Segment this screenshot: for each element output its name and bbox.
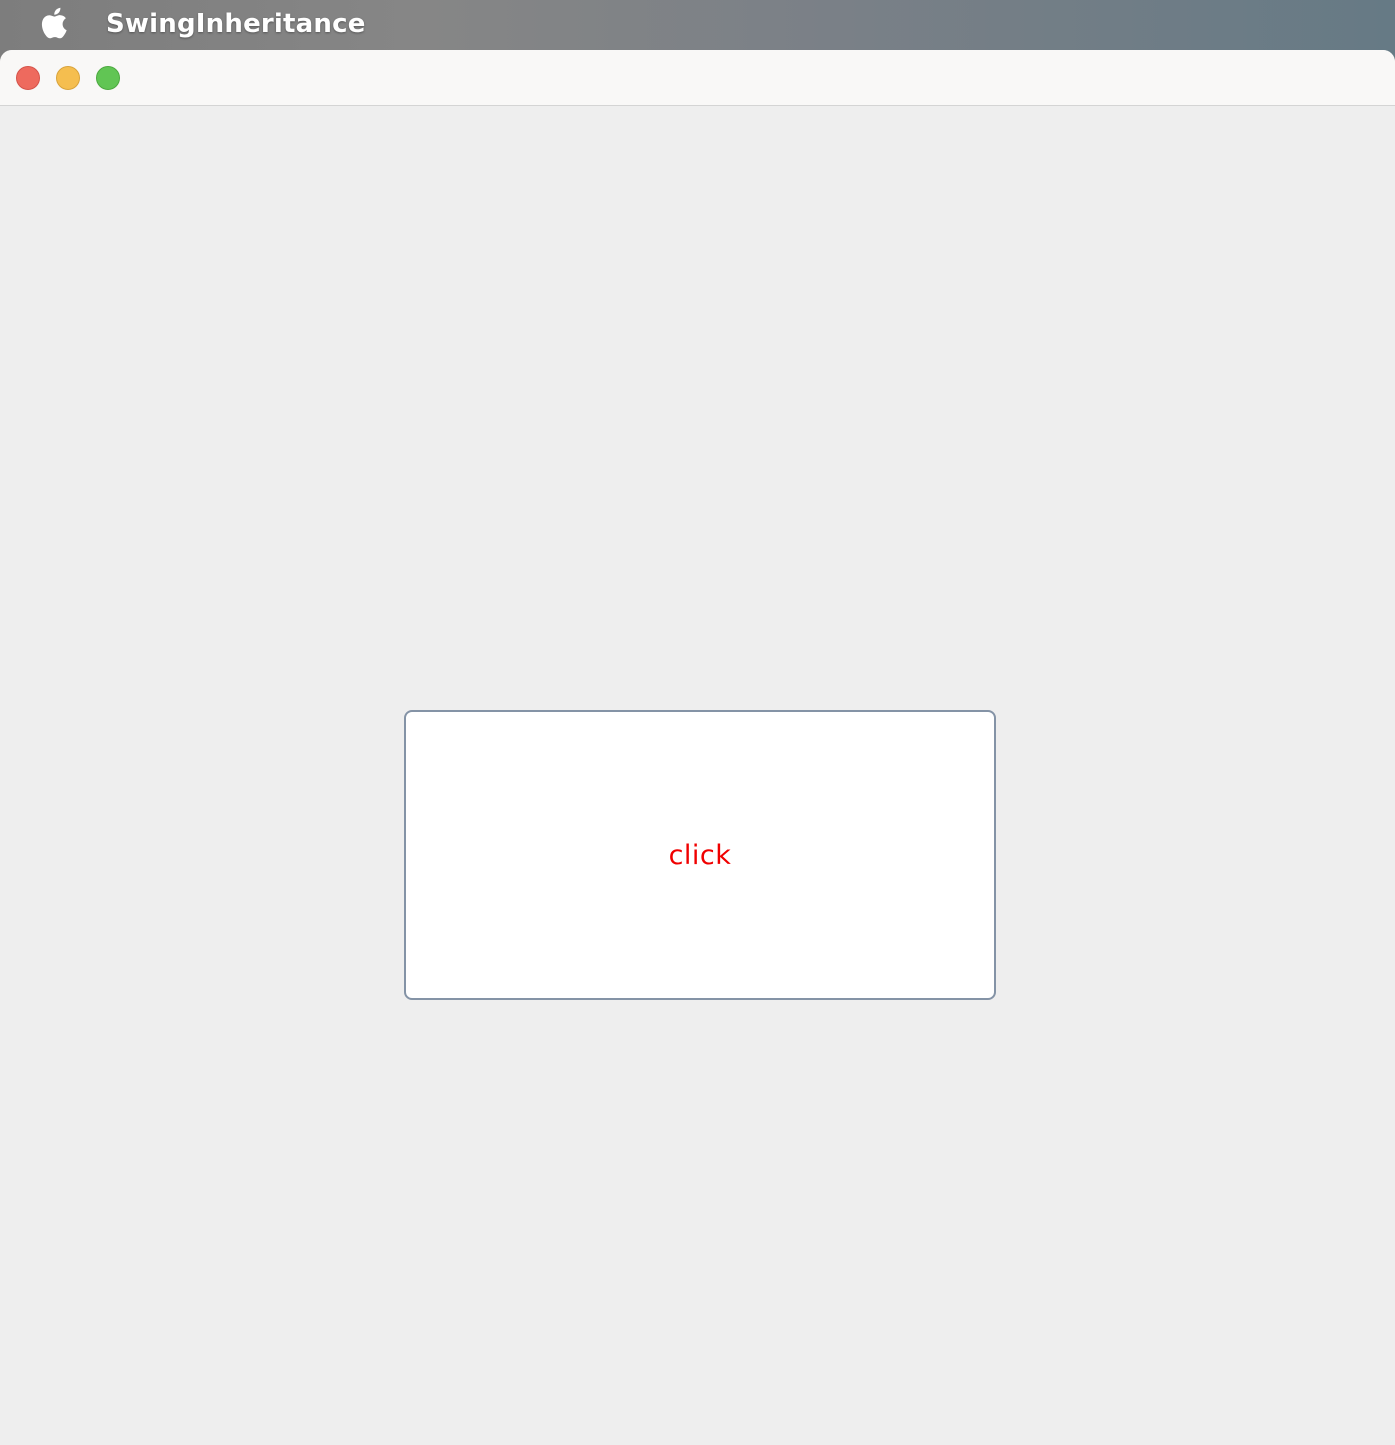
menu-bar: SwingInheritance [0,0,1395,48]
minimize-icon[interactable] [56,66,80,90]
click-button[interactable]: click [404,710,996,1000]
app-name[interactable]: SwingInheritance [106,7,366,41]
close-icon[interactable] [16,66,40,90]
window-titlebar [0,50,1395,106]
apple-logo-icon[interactable] [38,6,68,40]
click-button-label: click [668,839,732,871]
content-pane: click [0,106,1395,1445]
app-window: click [0,50,1395,1445]
zoom-icon[interactable] [96,66,120,90]
